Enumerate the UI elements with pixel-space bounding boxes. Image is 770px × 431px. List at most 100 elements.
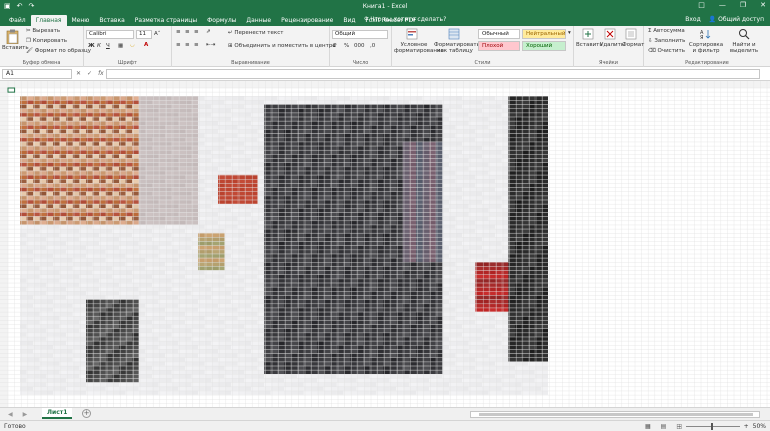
conditional-format-icon[interactable] bbox=[406, 28, 418, 40]
insert-cells-button[interactable]: Вставить bbox=[576, 42, 603, 48]
underline-icon[interactable]: Ч bbox=[106, 43, 110, 49]
copy-button[interactable]: ❐ Копировать bbox=[26, 38, 67, 44]
sign-in-link[interactable]: Вход bbox=[685, 16, 701, 23]
enter-icon[interactable]: ✓ bbox=[87, 70, 92, 77]
name-box[interactable]: A1 bbox=[2, 69, 72, 79]
find-select-button[interactable]: Найти и выделить bbox=[726, 42, 762, 54]
cancel-icon[interactable]: ✕ bbox=[76, 70, 81, 77]
zoom-slider[interactable] bbox=[685, 423, 740, 430]
borders-icon[interactable]: ▦ bbox=[118, 43, 123, 49]
ribbon-display-icon[interactable]: □ bbox=[698, 1, 705, 9]
zoom-out-icon[interactable]: − bbox=[677, 423, 682, 430]
indent-icon[interactable]: ⇤⇥ bbox=[206, 42, 215, 48]
number-group: Общий ₽ % 000 ,0 Число bbox=[330, 26, 392, 67]
zoom-in-icon[interactable]: + bbox=[744, 423, 749, 430]
styles-scroll-icon[interactable]: ▾ bbox=[568, 30, 571, 36]
sort-filter-icon[interactable]: AЯ bbox=[700, 28, 712, 40]
align-bottom-icon[interactable]: ≡ bbox=[194, 29, 199, 35]
add-sheet-icon[interactable]: + bbox=[82, 409, 91, 418]
decimal-icon[interactable]: ,0 bbox=[370, 43, 375, 49]
fill-color-icon[interactable]: ◡ bbox=[130, 42, 135, 48]
tab-0[interactable]: Файл bbox=[4, 15, 31, 26]
tab-1[interactable]: Главная bbox=[30, 15, 67, 26]
font-color-icon[interactable]: A bbox=[144, 42, 148, 48]
formula-input[interactable] bbox=[106, 69, 760, 79]
next-sheet-icon[interactable]: ▶ bbox=[23, 411, 28, 418]
autosum-button[interactable]: Σ Автосумма bbox=[648, 28, 685, 34]
tab-8[interactable]: Вид bbox=[338, 15, 360, 26]
tab-2[interactable]: Меню bbox=[67, 15, 95, 26]
cut-button[interactable]: ✂ Вырезать bbox=[26, 28, 60, 34]
tell-me-search[interactable]: ⚲ Что вы хотите сделать? bbox=[364, 16, 446, 23]
sort-filter-button[interactable]: Сортировка и фильтр bbox=[688, 42, 724, 54]
delete-cells-button[interactable]: Удалить bbox=[600, 42, 624, 48]
clipboard-label: Буфер обмена bbox=[22, 60, 61, 66]
font-grow-icon[interactable]: A˄ bbox=[154, 31, 161, 37]
scroll-thumb[interactable] bbox=[479, 413, 753, 416]
editing-group: Σ Автосумма ⇩ Заполнить ⌫ Очистить AЯ Со… bbox=[644, 26, 770, 67]
format-painter-button[interactable]: 🖌 Формат по образцу bbox=[26, 48, 91, 54]
format-cells-icon[interactable] bbox=[625, 28, 637, 40]
ribbon: Вставить ✂ Вырезать ❐ Копировать 🖌 Форма… bbox=[0, 26, 770, 67]
insert-cells-icon[interactable] bbox=[582, 28, 594, 40]
font-name-select[interactable]: Calibri bbox=[86, 30, 134, 39]
sheet-tab[interactable]: Лист1 bbox=[42, 408, 73, 419]
title-bar: ▣ ↶ ↷ Книга1 - Excel □ — ❐ ✕ bbox=[0, 0, 770, 14]
tab-4[interactable]: Разметка страницы bbox=[130, 15, 202, 26]
find-select-icon[interactable] bbox=[738, 28, 750, 40]
bold-icon[interactable]: Ж bbox=[88, 43, 95, 49]
align-middle-icon[interactable]: ≡ bbox=[185, 29, 190, 35]
style-neutral[interactable]: Нейтральный bbox=[522, 29, 566, 39]
zoom-level[interactable]: 50% bbox=[753, 423, 766, 430]
fill-button[interactable]: ⇩ Заполнить bbox=[648, 38, 685, 44]
worksheet-area bbox=[0, 81, 770, 407]
share-button[interactable]: 👤 Общий доступ bbox=[709, 16, 764, 23]
fx-icon[interactable]: fx bbox=[98, 70, 104, 77]
align-left-icon[interactable]: ≡ bbox=[176, 42, 181, 48]
editing-label: Редактирование bbox=[685, 60, 729, 66]
styles-label: Стили bbox=[474, 60, 491, 66]
align-top-icon[interactable]: ≡ bbox=[176, 29, 181, 35]
style-good[interactable]: Хороший bbox=[522, 41, 566, 51]
format-as-table-button[interactable]: Форматировать как таблицу bbox=[434, 42, 480, 54]
align-right-icon[interactable]: ≡ bbox=[194, 42, 199, 48]
conditional-format-button[interactable]: Условное форматирование bbox=[394, 42, 444, 54]
wrap-text-button[interactable]: ↵ Перенести текст bbox=[228, 30, 283, 36]
paste-button[interactable]: Вставить bbox=[2, 45, 29, 51]
restore-icon[interactable]: ❐ bbox=[740, 1, 746, 9]
tab-6[interactable]: Данные bbox=[241, 15, 276, 26]
paste-icon[interactable] bbox=[6, 29, 19, 44]
italic-icon[interactable]: К bbox=[97, 43, 101, 49]
prev-sheet-icon[interactable]: ◀ bbox=[8, 411, 13, 418]
number-format-select[interactable]: Общий bbox=[332, 30, 388, 39]
thousands-icon[interactable]: 000 bbox=[354, 43, 365, 49]
alignment-label: Выравнивание bbox=[231, 60, 270, 66]
close-icon[interactable]: ✕ bbox=[760, 1, 766, 9]
minimize-icon[interactable]: — bbox=[719, 1, 726, 9]
tab-3[interactable]: Вставка bbox=[94, 15, 129, 26]
zoom-control: − + 50% bbox=[677, 423, 766, 430]
tab-7[interactable]: Рецензирование bbox=[276, 15, 338, 26]
style-normal[interactable]: Обычный bbox=[478, 29, 520, 39]
tab-5[interactable]: Формулы bbox=[202, 15, 241, 26]
orientation-icon[interactable]: ⇗ bbox=[206, 29, 211, 35]
alignment-group: ≡ ≡ ≡ ⇗ ≡ ≡ ≡ ⇤⇥ ↵ Перенести текст ⊞ Объ… bbox=[172, 26, 336, 67]
font-label: Шрифт bbox=[118, 60, 137, 66]
user-area: Вход 👤 Общий доступ bbox=[685, 16, 764, 23]
merge-center-button[interactable]: ⊞ Объединить и поместить в центре bbox=[228, 43, 336, 49]
font-size-select[interactable]: 11 bbox=[136, 30, 152, 39]
style-bad[interactable]: Плохой bbox=[478, 41, 520, 51]
currency-icon[interactable]: ₽ bbox=[333, 43, 337, 49]
format-cells-button[interactable]: Формат bbox=[622, 42, 644, 48]
sheet-nav: ◀ ▶ bbox=[8, 411, 27, 418]
horizontal-scrollbar[interactable] bbox=[470, 411, 760, 418]
window-title: Книга1 - Excel bbox=[362, 3, 408, 10]
delete-cells-icon[interactable] bbox=[604, 28, 616, 40]
format-table-icon[interactable] bbox=[448, 28, 460, 40]
worksheet-grid[interactable] bbox=[0, 81, 770, 407]
page-layout-icon[interactable]: ▤ bbox=[661, 423, 667, 430]
normal-view-icon[interactable]: ▦ bbox=[645, 423, 651, 430]
clear-button[interactable]: ⌫ Очистить bbox=[648, 48, 685, 54]
percent-icon[interactable]: % bbox=[344, 43, 349, 49]
align-center-icon[interactable]: ≡ bbox=[185, 42, 190, 48]
